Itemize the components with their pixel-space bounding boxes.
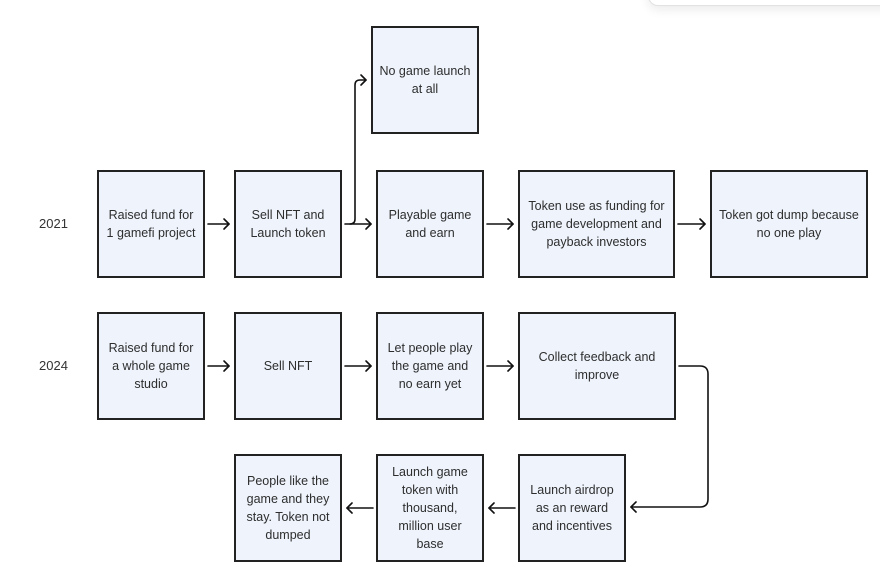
step-2024-let-people-play: Let people play the game and no earn yet [376,312,484,420]
arrow-2021-sell-to-playable [344,218,372,230]
step-2021-no-game: No game launch at all [371,26,479,134]
step-2021-playable-game: Playable game and earn [376,170,484,278]
step-2024-launch-token: Launch game token with thousand, million… [376,454,484,562]
arrow-2024-token-to-stay [346,502,374,514]
step-2024-raise-fund: Raised fund for a whole game studio [97,312,205,420]
arrow-2024-raise-to-sell [207,360,230,372]
arrow-2024-sell-to-play [344,360,372,372]
step-2024-launch-airdrop: Launch airdrop as an reward and incentiv… [518,454,626,562]
year-label-2021: 2021 [39,216,68,231]
arrow-2021-token-to-dump [677,218,706,230]
arrow-2021-playable-to-token [486,218,514,230]
arrow-2024-airdrop-to-token [488,502,516,514]
arrow-2021-sell-to-nogame [349,74,367,225]
step-2021-token-funding: Token use as funding for game developmen… [518,170,675,278]
year-label-2024: 2024 [39,358,68,373]
arrow-2021-raise-to-sell [207,218,230,230]
step-2024-sell-nft: Sell NFT [234,312,342,420]
step-2021-token-dump: Token got dump because no one play [710,170,868,278]
step-2024-collect-feedback: Collect feedback and improve [518,312,676,420]
popup-panel-edge [648,0,880,6]
arrow-2024-play-to-feedback [486,360,514,372]
step-2021-raise-fund: Raised fund for 1 gamefi project [97,170,205,278]
step-2021-sell-nft: Sell NFT and Launch token [234,170,342,278]
step-2024-people-stay: People like the game and they stay. Toke… [234,454,342,562]
